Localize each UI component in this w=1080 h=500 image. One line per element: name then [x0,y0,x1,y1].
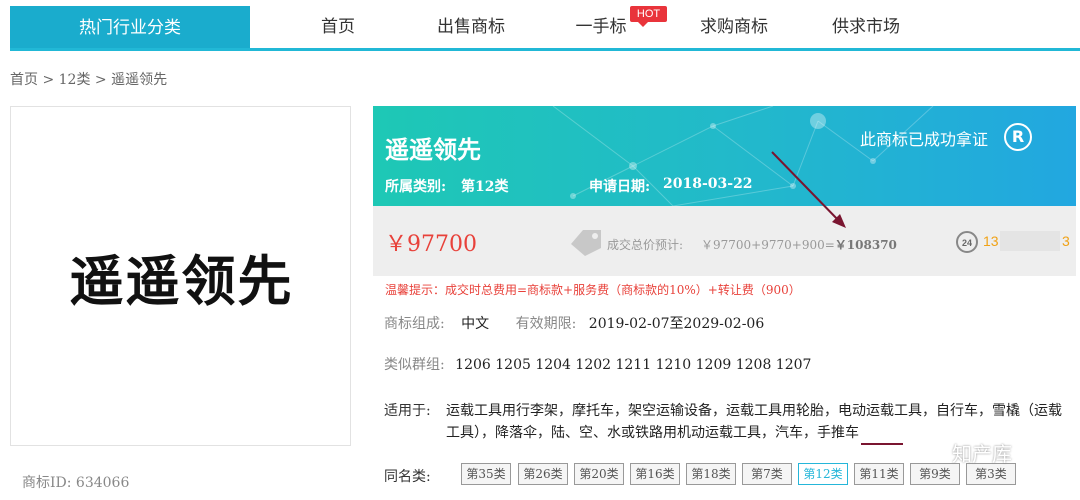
trademark-id: 商标ID: 634066 [22,475,130,491]
registered-icon: R [1004,123,1032,151]
top-nav: 热门行业分类 首页 出售商标 一手标 HOT 求购商标 供求市场 [0,0,1080,52]
price-value: ￥97700 [385,232,477,257]
class-chip[interactable]: 第12类 [798,463,848,485]
breadcrumb: 首页 > 12类 > 遥遥领先 [10,72,168,88]
hot-badge: HOT [630,6,667,27]
class-chip[interactable]: 第20类 [574,463,624,485]
nav-market[interactable]: 供求市场 [822,6,910,48]
fee-tip: 温馨提示：成交时总费用=商标款+服务费（商标款的10%）+转让费（900） [385,283,801,297]
validity-value: 2019-02-07至2029-02-06 [588,316,765,332]
composition-label: 商标组成: [384,316,445,332]
class-label: 所属类别: [385,179,447,195]
nav-category-button[interactable]: 热门行业分类 [10,6,250,50]
trademark-logo-text: 遥遥领先 [69,250,294,313]
trademark-image: 遥遥领先 [10,106,351,446]
price-tag-icon [571,230,601,256]
trademark-name: 遥遥领先 [385,135,481,164]
total-label: 成交总价预计: [607,238,684,252]
nav-first-hand[interactable]: 一手标 [565,6,637,48]
nav-underline [10,48,1080,51]
same-name-label: 同名类: [384,469,431,485]
trademark-banner: 遥遥领先 所属类别: 第12类 申请日期: 2018-03-22 此商标已成功拿… [373,106,1076,206]
group-value: 1206 1205 1204 1202 1211 1210 1209 1208 … [455,357,812,373]
nav-buy-trademark[interactable]: 求购商标 [690,6,778,48]
class-chip[interactable]: 第18类 [686,463,736,485]
watermark: 知产库 [952,442,1012,466]
phone-24h-icon: 24 [956,231,978,253]
total-final: ￥108370 [834,238,897,252]
group-row: 类似群组: 1206 1205 1204 1202 1211 1210 1209… [384,354,811,374]
price-panel: ￥97700 成交总价预计: ￥97700+9770+900=￥108370 2… [373,206,1076,276]
class-chip[interactable]: 第7类 [742,463,792,485]
date-label: 申请日期: [589,179,651,195]
annotation-arrow-icon [771,151,846,228]
validity-label: 有效期限: [515,316,577,332]
class-value: 第12类 [461,179,509,195]
phone-end[interactable]: 3 [1062,233,1070,249]
class-chip[interactable]: 第35类 [461,463,511,485]
phone-start[interactable]: 13 [983,233,999,249]
applies-label: 适用于: [384,403,431,419]
composition-value: 中文 [461,316,490,332]
certified-text: 此商标已成功拿证 [860,130,989,149]
total-formula-text: ￥97700+9770+900= [701,238,835,252]
nav-home[interactable]: 首页 [300,6,376,48]
wechat-icon [916,443,947,463]
nav-sell-trademark[interactable]: 出售商标 [425,6,517,48]
svg-text:24: 24 [962,238,972,248]
annotation-underline [861,443,903,445]
composition-row: 商标组成: 中文 有效期限: 2019-02-07至2029-02-06 [384,313,764,333]
class-chip[interactable]: 第26类 [518,463,568,485]
phone-mask [1000,231,1060,251]
date-value: 2018-03-22 [663,176,753,192]
group-label: 类似群组: [384,357,445,373]
class-chip[interactable]: 第16类 [630,463,680,485]
class-chip[interactable]: 第11类 [854,463,904,485]
